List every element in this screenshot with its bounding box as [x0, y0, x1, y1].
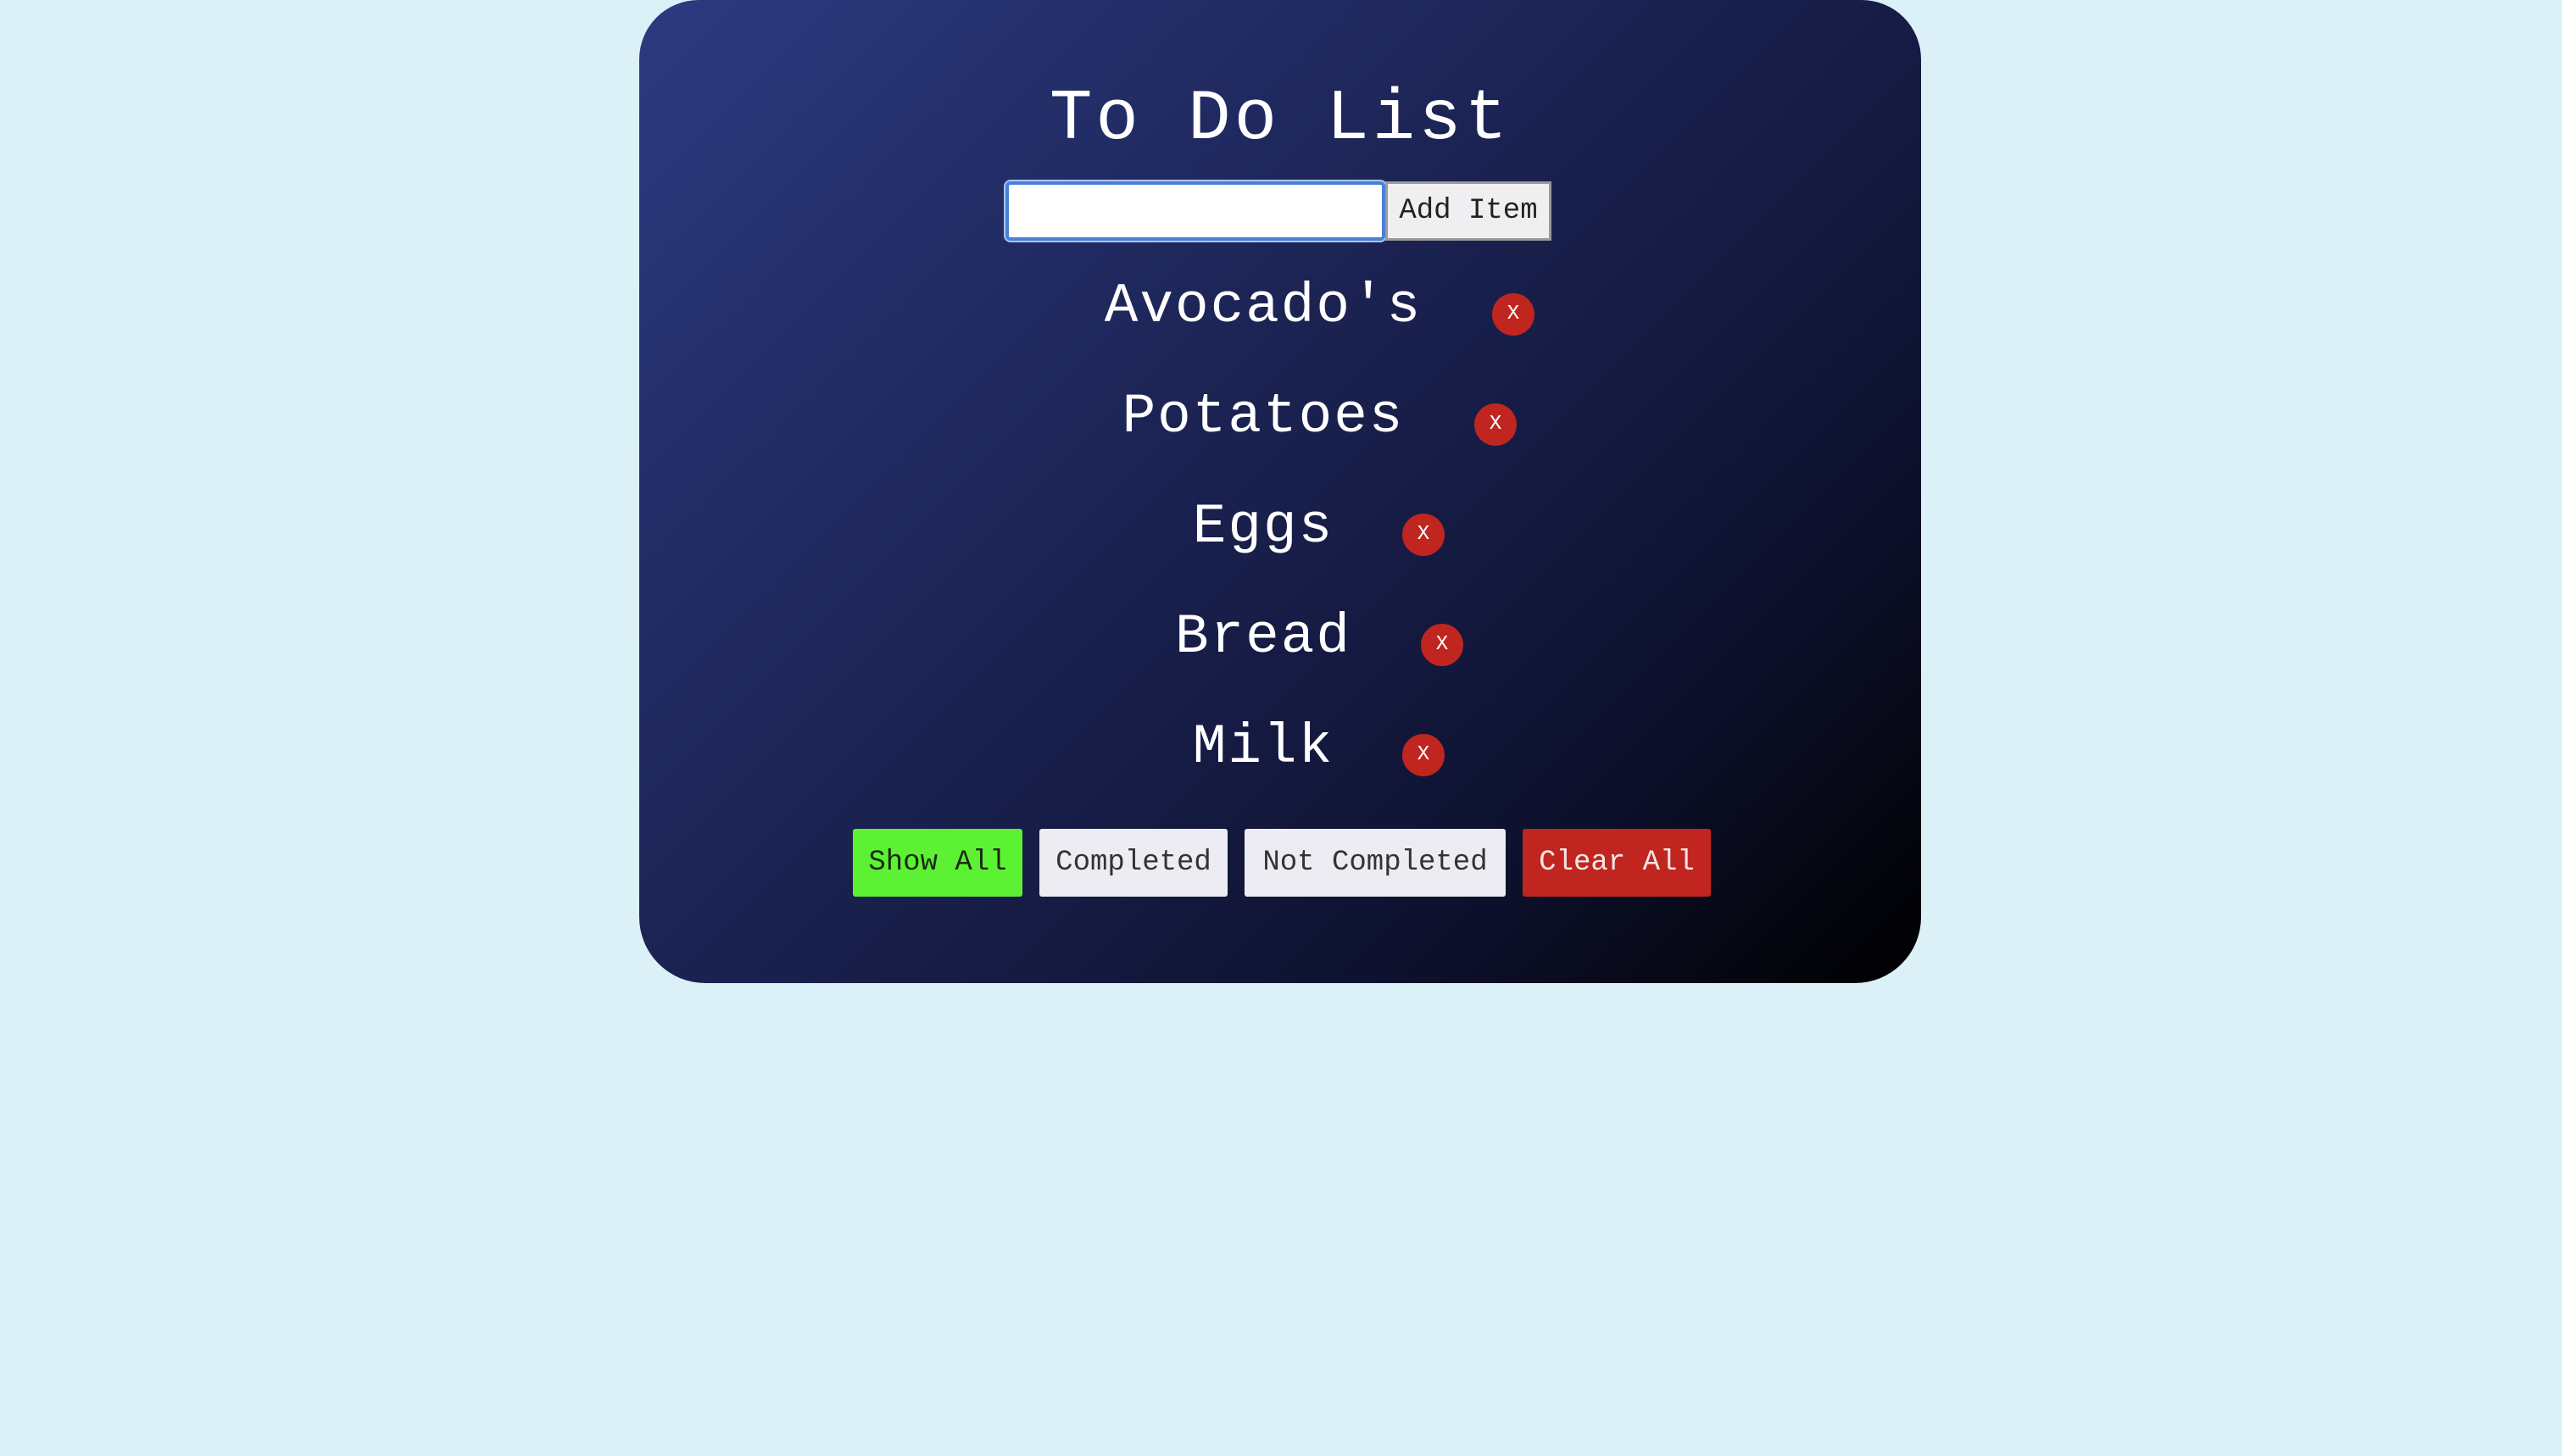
show-all-button[interactable]: Show All — [853, 829, 1022, 897]
todo-list: Avocado's X Potatoes X Eggs X Bread X Mi… — [639, 263, 1921, 814]
list-item-text[interactable]: Potatoes — [639, 383, 1887, 451]
delete-item-button[interactable]: X — [1402, 734, 1445, 776]
list-item-text[interactable]: Avocado's — [639, 273, 1887, 341]
add-item-form: Add Item — [1005, 181, 1551, 241]
delete-item-button[interactable]: X — [1402, 514, 1445, 556]
completed-filter-button[interactable]: Completed — [1039, 829, 1228, 897]
list-item-text[interactable]: Bread — [639, 603, 1887, 671]
page-title: To Do List — [1049, 80, 1512, 160]
list-item-text[interactable]: Milk — [639, 714, 1887, 781]
list-item: Potatoes X — [639, 373, 1921, 483]
list-item: Milk X — [639, 703, 1921, 814]
new-item-input[interactable] — [1005, 181, 1385, 241]
list-item-text[interactable]: Eggs — [639, 493, 1887, 561]
delete-item-button[interactable]: X — [1474, 403, 1517, 446]
delete-item-button[interactable]: X — [1421, 624, 1463, 666]
todo-card: To Do List Add Item Avocado's X Potatoes… — [639, 0, 1921, 983]
not-completed-filter-button[interactable]: Not Completed — [1245, 829, 1506, 897]
list-item: Avocado's X — [639, 263, 1921, 373]
list-item: Eggs X — [639, 483, 1921, 593]
list-item: Bread X — [639, 593, 1921, 703]
add-item-button[interactable]: Add Item — [1385, 181, 1551, 241]
filter-bar: Show All Completed Not Completed Clear A… — [853, 829, 1711, 897]
delete-item-button[interactable]: X — [1492, 293, 1534, 336]
clear-all-button[interactable]: Clear All — [1523, 829, 1711, 897]
